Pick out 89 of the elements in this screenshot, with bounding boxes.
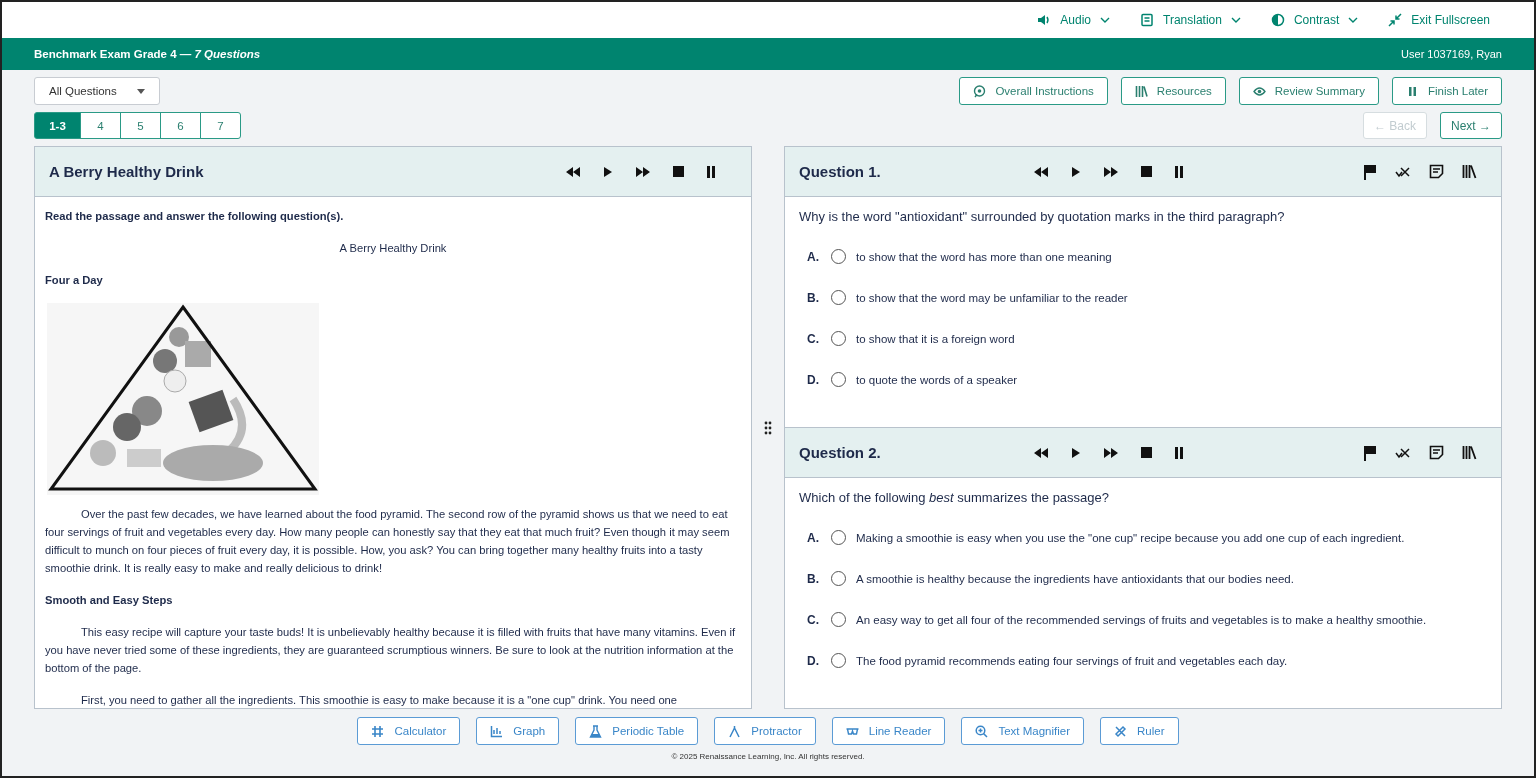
rewind-icon[interactable] [1033, 165, 1049, 178]
eye-icon [1252, 84, 1266, 98]
top-menu-item[interactable]: Translation [1140, 13, 1241, 27]
rewind-icon[interactable] [565, 165, 581, 178]
play-icon[interactable] [1071, 165, 1081, 178]
tool-button[interactable]: Periodic Table [575, 717, 699, 745]
choice-letter: B. [807, 571, 820, 586]
tool-button[interactable]: Line Reader [831, 717, 946, 745]
answer-choice[interactable]: to show that the word has more than one meaning [856, 250, 1112, 263]
fast-forward-icon[interactable] [635, 165, 651, 178]
tool-button[interactable]: Calculator [357, 717, 461, 745]
choice-letter: A. [807, 249, 820, 264]
answer-choice[interactable]: A smoothie is healthy because the ingredients have antioxidants that our bodies need. [856, 572, 1294, 585]
question-tab[interactable]: 6 [160, 112, 201, 139]
note-icon[interactable] [1429, 164, 1444, 179]
document-icon [1140, 13, 1154, 27]
copyright-text: © 2025 Renaissance Learning, Inc. All rights reserved. [670, 752, 866, 761]
exit-fullscreen-icon [1388, 13, 1403, 27]
bar-chart-icon [490, 724, 504, 738]
flag-icon[interactable] [1363, 444, 1377, 461]
action-button[interactable]: Overall Instructions [959, 77, 1108, 105]
grid-icon [371, 724, 385, 738]
passage-paragraph: Over the past few decades, we have learned about the food pyramid. The second row of the pyramid shows us that we need to eat four servings of fruit and vegetables every day. How many people can honestly say that they eat that much fruit? Even though it may seem difficult to munch on four pieces of fruit every day, it is possible. How, you ask? You can bring together many healthy fruits into a tasty smoothie drink. It is really easy to make and really delicious to drink! [45, 507, 731, 576]
top-menu-item[interactable]: Exit Fullscreen [1388, 13, 1490, 27]
rewind-icon[interactable] [1033, 446, 1049, 459]
cross-check-icon[interactable] [1395, 446, 1411, 459]
pause-icon[interactable] [706, 165, 716, 178]
question-tab[interactable]: 1-3 [34, 112, 81, 139]
flag-icon[interactable] [1363, 163, 1377, 180]
question-tab[interactable]: 5 [120, 112, 161, 139]
choice-letter: D. [807, 372, 820, 387]
action-button[interactable]: Finish Later [1391, 77, 1502, 105]
answer-choice[interactable]: to quote the words of a speaker [856, 373, 1018, 386]
choice-letter: C. [807, 612, 820, 627]
fast-forward-icon[interactable] [1103, 446, 1119, 459]
contrast-icon [1270, 13, 1285, 27]
note-icon[interactable] [1429, 445, 1444, 460]
tool-button[interactable]: Ruler [1100, 717, 1179, 745]
speaker-icon [1037, 13, 1052, 27]
question-prompt: Which of the following best summarizes the passage? [799, 490, 1110, 505]
magnifier-icon [975, 724, 989, 738]
passage-paragraph: First, you need to gather all the ingredients. This smoothie is easy to make because it is a "one cup" drink. You need one [80, 693, 679, 708]
user-name: User 1037169, Ryan [1401, 48, 1502, 60]
choice-letter: C. [807, 331, 820, 346]
tool-button[interactable]: Graph [476, 717, 560, 745]
question-filter-dropdown[interactable]: All Questions [34, 77, 160, 105]
pause-icon[interactable] [1174, 446, 1184, 459]
question-tab[interactable]: 7 [200, 112, 241, 139]
chevron-down-icon [1348, 17, 1359, 23]
chevron-down-icon [1230, 17, 1241, 23]
section-heading: Smooth and Easy Steps [45, 593, 174, 608]
next-button[interactable]: Next → [1440, 112, 1502, 139]
question-prompt: Why is the word "antioxidant" surrounded by quotation marks in the third paragraph? [799, 209, 1286, 224]
answer-choice[interactable]: to show that the word may be unfamiliar to the reader [856, 291, 1128, 304]
flask-icon [589, 724, 603, 738]
instruction-text: Read the passage and answer the following question(s). [45, 209, 345, 224]
books-icon[interactable] [1462, 445, 1477, 460]
fast-forward-icon[interactable] [1103, 165, 1119, 178]
question-tab[interactable]: 4 [80, 112, 121, 139]
tool-button[interactable]: Protractor [714, 717, 816, 745]
answer-choice[interactable]: to show that it is a foreign word [856, 332, 1015, 345]
question-title: Question 1. [799, 163, 882, 180]
section-heading: Four a Day [45, 273, 104, 288]
play-icon[interactable] [603, 165, 613, 178]
question-title: Question 2. [799, 444, 882, 461]
play-icon[interactable] [1071, 446, 1081, 459]
pause-icon[interactable] [1174, 165, 1184, 178]
choice-letter: D. [807, 653, 820, 668]
passage-paragraph: This easy recipe will capture your taste buds! It is unbelievably healthy because it is filled with fruits that have many vitamins. Even if you have never tried some of these ingredients, they are guaranteed scrumptious winners. Be sure to look at the nutrition information at the bottom of the page. [45, 625, 737, 676]
exam-title: Benchmark Exam Grade 4 — 7 Questions [34, 48, 261, 60]
action-button[interactable]: Resources [1120, 77, 1226, 105]
books-icon [1134, 84, 1148, 98]
passage-title: A Berry Healthy Drink [49, 163, 205, 180]
cross-check-icon[interactable] [1395, 165, 1411, 178]
answer-choice[interactable]: Making a smoothie is easy when you use the "one cup" recipe because you add one cup of each ingredient. [856, 531, 1405, 544]
answer-choice[interactable]: The food pyramid recommends eating four servings of fruit and vegetables each day. [856, 654, 1288, 667]
books-icon[interactable] [1462, 164, 1477, 179]
compass-icon [728, 724, 742, 738]
caret-icon [137, 88, 145, 94]
action-button[interactable]: Review Summary [1238, 77, 1379, 105]
choice-letter: B. [807, 290, 820, 305]
top-menu-item[interactable]: Contrast [1270, 13, 1359, 27]
chevron-down-icon [1100, 17, 1110, 23]
tool-button[interactable]: Text Magnifier [961, 717, 1084, 745]
drag-handle-icon[interactable] [764, 420, 772, 435]
passage-heading: A Berry Healthy Drink [338, 241, 448, 256]
choice-letter: A. [807, 530, 820, 545]
top-menu-item[interactable]: Audio [1037, 13, 1110, 27]
answer-choice[interactable]: An easy way to get all four of the recommended servings of fruits and vegetables is to make a healthy smoothie. [856, 613, 1427, 626]
